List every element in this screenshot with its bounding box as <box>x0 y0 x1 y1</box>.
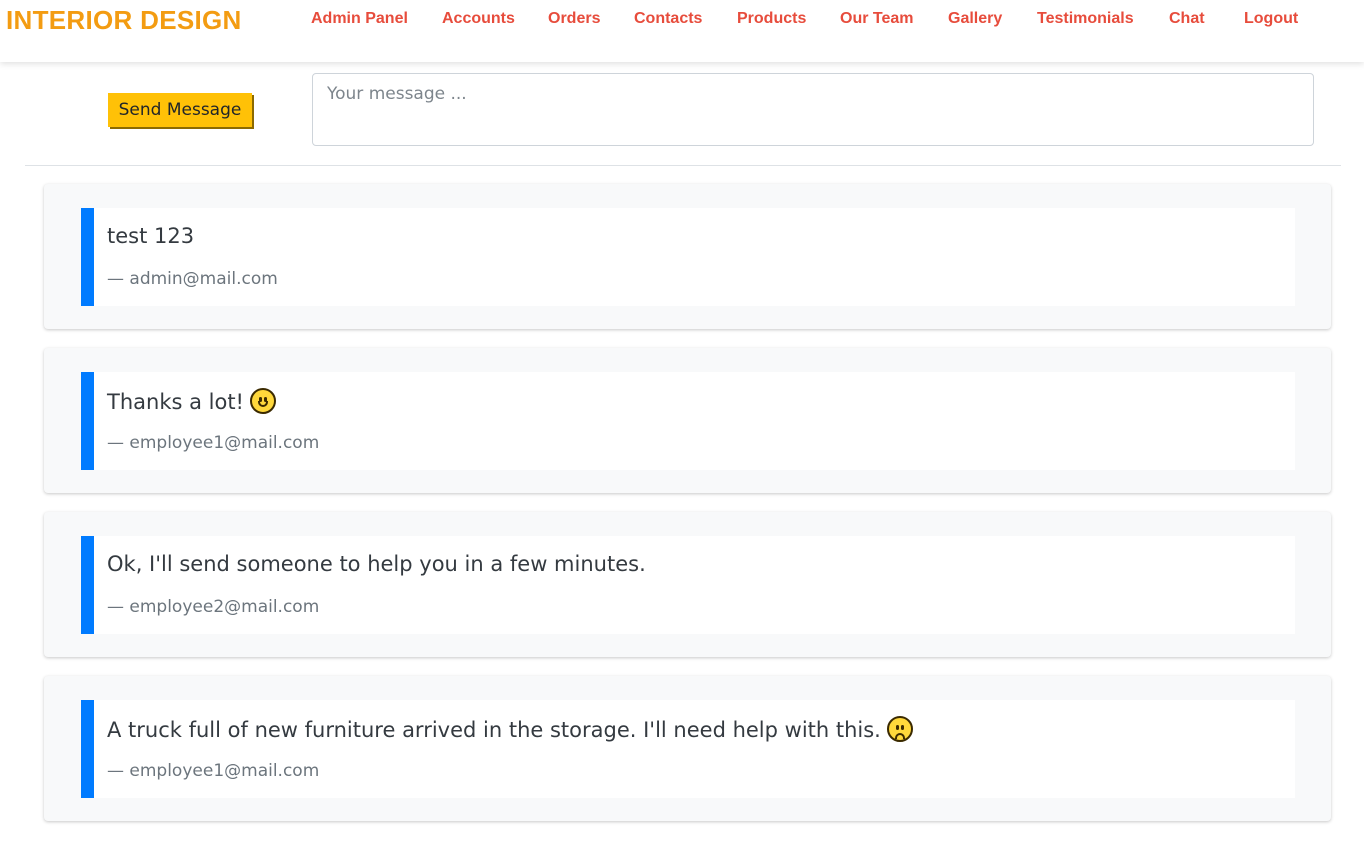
chat-message-card: test 123 — admin@mail.com <box>44 184 1331 329</box>
nav-orders[interactable]: Orders <box>548 10 600 28</box>
chat-message-card: Thanks a lot! — employee1@mail.com <box>44 348 1331 493</box>
message-blockquote: A truck full of new furniture arrived in… <box>81 700 1295 798</box>
nav-gallery[interactable]: Gallery <box>948 10 1002 28</box>
message-text: Thanks a lot! <box>107 388 276 414</box>
message-text: Ok, I'll send someone to help you in a f… <box>107 552 646 576</box>
chat-message-card: Ok, I'll send someone to help you in a f… <box>44 512 1331 657</box>
message-text: A truck full of new furniture arrived in… <box>107 716 913 742</box>
slightly-frowning-face-icon <box>886 716 913 742</box>
brand-logo[interactable]: INTERIOR DESIGN <box>6 5 242 36</box>
message-input[interactable] <box>312 73 1314 146</box>
message-author: — employee1@mail.com <box>107 761 320 781</box>
nav-contacts[interactable]: Contacts <box>634 10 702 28</box>
message-blockquote: test 123 — admin@mail.com <box>81 208 1295 306</box>
message-author: — admin@mail.com <box>107 269 278 289</box>
nav-logout[interactable]: Logout <box>1244 10 1298 28</box>
nav-our-team[interactable]: Our Team <box>840 10 914 28</box>
message-author: — employee1@mail.com <box>107 433 320 453</box>
message-author: — employee2@mail.com <box>107 597 320 617</box>
top-navbar: INTERIOR DESIGN Admin Panel Accounts Ord… <box>0 0 1364 62</box>
message-blockquote: Thanks a lot! — employee1@mail.com <box>81 372 1295 470</box>
nav-chat[interactable]: Chat <box>1169 10 1205 28</box>
message-blockquote: Ok, I'll send someone to help you in a f… <box>81 536 1295 634</box>
nav-admin-panel[interactable]: Admin Panel <box>311 10 408 28</box>
send-message-button[interactable]: Send Message <box>108 93 252 127</box>
message-text: test 123 <box>107 224 195 248</box>
chat-message-card: A truck full of new furniture arrived in… <box>44 676 1331 821</box>
nav-products[interactable]: Products <box>737 10 806 28</box>
divider <box>25 165 1341 166</box>
nav-testimonials[interactable]: Testimonials <box>1037 10 1134 28</box>
nav-accounts[interactable]: Accounts <box>442 10 515 28</box>
slightly-smiling-face-icon <box>249 388 276 414</box>
